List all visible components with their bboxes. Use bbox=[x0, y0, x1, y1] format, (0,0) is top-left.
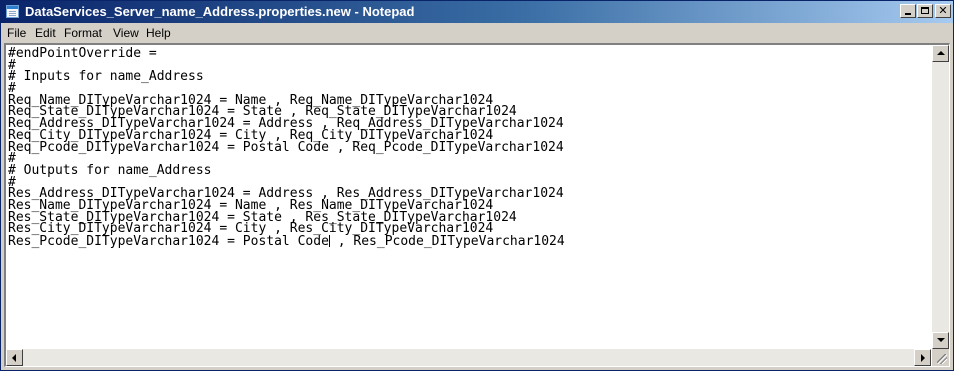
minimize-button[interactable] bbox=[900, 4, 916, 18]
title-bar[interactable]: DataServices_Server_name_Address.propert… bbox=[1, 1, 953, 23]
text-line-with-caret: Res_Pcode_DITypeVarchar1024 = Postal Cod… bbox=[8, 234, 931, 249]
menu-help[interactable]: Help bbox=[146, 26, 171, 40]
arrow-down-icon bbox=[937, 338, 945, 342]
close-icon: ✕ bbox=[938, 4, 948, 17]
close-button[interactable]: ✕ bbox=[935, 4, 951, 18]
text-line: Req_Pcode_DITypeVarchar1024 = Postal Cod… bbox=[8, 139, 564, 155]
menu-bar: File Edit Format View Help bbox=[1, 23, 953, 42]
vertical-scrollbar[interactable] bbox=[932, 45, 949, 349]
menu-file[interactable]: File bbox=[7, 26, 26, 40]
text-editor[interactable]: #endPointOverride = # # Inputs for name_… bbox=[4, 43, 950, 367]
caret-line-before: Res_Pcode_DITypeVarchar1024 = Postal Cod… bbox=[8, 234, 329, 249]
horizontal-scrollbar[interactable] bbox=[6, 349, 931, 366]
caret-line-after: , Res_Pcode_DITypeVarchar1024 bbox=[329, 234, 565, 249]
maximize-icon bbox=[921, 7, 929, 14]
text-line: #endPointOverride = bbox=[8, 46, 157, 61]
menu-view[interactable]: View bbox=[113, 26, 139, 40]
scroll-right-button[interactable] bbox=[914, 349, 931, 366]
window-title: DataServices_Server_name_Address.propert… bbox=[25, 4, 415, 19]
scroll-up-button[interactable] bbox=[932, 45, 949, 62]
notepad-icon[interactable] bbox=[6, 5, 19, 18]
window-controls: ✕ bbox=[899, 4, 951, 20]
maximize-button[interactable] bbox=[917, 4, 933, 18]
scroll-left-button[interactable] bbox=[6, 349, 23, 366]
resize-grip-icon[interactable] bbox=[932, 349, 949, 366]
text-line: # Inputs for name_Address bbox=[8, 69, 204, 85]
arrow-right-icon bbox=[921, 354, 925, 362]
menu-format[interactable]: Format bbox=[64, 26, 102, 40]
arrow-up-icon bbox=[937, 51, 945, 55]
notepad-window: DataServices_Server_name_Address.propert… bbox=[0, 0, 954, 371]
text-line: # Outputs for name_Address bbox=[8, 162, 212, 178]
menu-edit[interactable]: Edit bbox=[35, 26, 56, 40]
arrow-left-icon bbox=[12, 354, 16, 362]
text-content[interactable]: #endPointOverride = # # Inputs for name_… bbox=[6, 45, 931, 349]
scroll-down-button[interactable] bbox=[932, 332, 949, 349]
minimize-icon bbox=[905, 13, 911, 15]
